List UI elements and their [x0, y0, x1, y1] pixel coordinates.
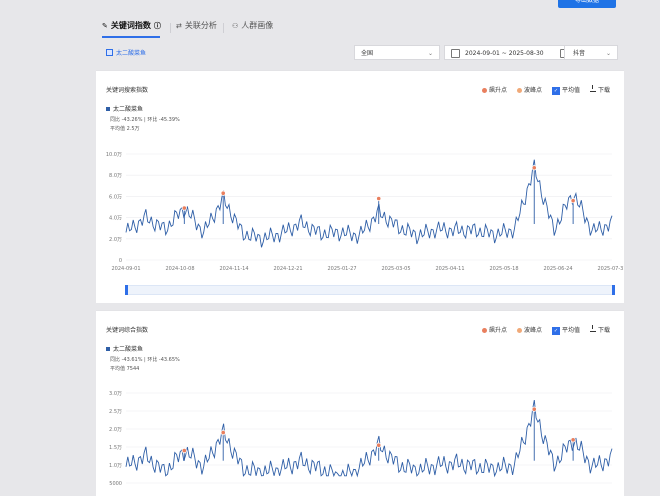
- x-tick-label: 2024-09-01: [111, 266, 140, 272]
- y-tick-label: 10.0万: [106, 152, 122, 158]
- x-tick-label: 2025-06-24: [543, 266, 572, 272]
- y-tick-label: 6.0万: [109, 194, 122, 200]
- x-tick-label: 2025-03-05: [381, 266, 410, 272]
- tab-bar: ✎ 关键词指数 ⓘ ⇄ 关联分析 ⚇ 人群画像: [96, 16, 626, 40]
- x-tick-label: 2025-07-31: [597, 266, 624, 272]
- series-line: [125, 400, 613, 478]
- chip-marker-icon: [106, 49, 113, 56]
- y-tick-label: 2.0万: [109, 237, 122, 243]
- x-tick-label: 2024-11-14: [219, 266, 248, 272]
- slider-handle-left[interactable]: [125, 285, 128, 295]
- tab-active-underline: [102, 36, 160, 38]
- tab-label: 人群画像: [241, 21, 274, 30]
- chart-range-slider[interactable]: [125, 285, 615, 295]
- tab-divider: [170, 23, 171, 33]
- region-select[interactable]: 全国 ⌄: [354, 45, 440, 60]
- peak-marker: [181, 448, 187, 454]
- x-tick-label: 2025-05-18: [489, 266, 518, 272]
- x-tick-label: 2024-10-08: [165, 266, 194, 272]
- y-tick-label: 0: [119, 258, 122, 264]
- search-index-chart: 10.0万 8.0万 6.0万 4.0万 2.0万 0 2024-09-01 2024-10-…: [106, 152, 624, 272]
- x-tick-label: 2024-12-21: [273, 266, 302, 272]
- chip-label: 太二酸菜鱼: [116, 50, 147, 57]
- peak-marker: [531, 165, 537, 171]
- platform-value: 抖音: [573, 50, 586, 57]
- help-icon: ⓘ: [153, 21, 161, 30]
- search-index-panel: 关键词搜索指数 飙升点 波峰点 ✓ 平均值 下载 太二酸菜鱼 同比 -43.26%…: [96, 70, 624, 303]
- tab-label: 关联分析: [184, 21, 217, 30]
- peak-marker: [220, 430, 226, 436]
- y-tick-label: 5000: [109, 481, 122, 487]
- date-range-picker[interactable]: 2024-09-01 ~ 2025-08-30: [444, 45, 576, 60]
- date-range-value: 2024-09-01 ~ 2025-08-30: [465, 50, 544, 57]
- region-value: 全国: [361, 50, 374, 57]
- keyword-chip[interactable]: 太二酸菜鱼: [106, 48, 146, 57]
- tab-keyword-index[interactable]: ✎ 关键词指数 ⓘ: [102, 20, 161, 31]
- clock-icon: [451, 49, 460, 58]
- peak-marker: [376, 442, 382, 448]
- peak-marker: [570, 437, 576, 443]
- x-tick-label: 2025-01-27: [327, 266, 356, 272]
- page-root: 导出数据 ✎ 关键词指数 ⓘ ⇄ 关联分析 ⚇ 人群画像 太二酸菜鱼 全国 ⌄ …: [96, 0, 626, 496]
- composite-index-panel: 关键词综合指数 飙升点 波峰点 ✓ 平均值 下载 太二酸菜鱼 同比 -43.61%…: [96, 310, 624, 496]
- compare-icon: ⇄: [176, 21, 182, 30]
- x-tick-label: 2025-04-11: [435, 266, 464, 272]
- tab-related-analysis[interactable]: ⇄ 关联分析: [176, 20, 217, 31]
- y-tick-label: 1.5万: [109, 445, 122, 451]
- y-tick-label: 3.0万: [109, 391, 122, 397]
- peak-marker: [570, 198, 576, 204]
- y-tick-label: 4.0万: [109, 216, 122, 222]
- peak-marker: [181, 205, 187, 211]
- series-line: [125, 159, 613, 248]
- slider-handle-right[interactable]: [612, 285, 615, 295]
- tab-label: 关键词指数: [110, 21, 151, 30]
- y-tick-label: 1.0万: [109, 463, 122, 469]
- people-icon: ⚇: [232, 21, 239, 30]
- chevron-down-icon: ⌄: [427, 50, 433, 57]
- tab-audience-profile[interactable]: ⚇ 人群画像: [232, 20, 273, 31]
- peak-marker: [376, 195, 382, 202]
- y-tick-label: 2.0万: [109, 427, 122, 433]
- peak-marker: [220, 190, 226, 196]
- y-tick-label: 2.5万: [109, 409, 122, 415]
- y-tick-label: 8.0万: [109, 173, 122, 179]
- edit-icon: ✎: [102, 21, 108, 30]
- platform-select[interactable]: 抖音 ⌄: [564, 45, 618, 60]
- chevron-down-icon: ⌄: [605, 50, 611, 57]
- composite-index-chart: 3.0万 2.5万 2.0万 1.5万 1.0万 5000: [109, 391, 613, 487]
- tab-divider: [223, 23, 224, 33]
- export-button[interactable]: 导出数据: [558, 0, 616, 8]
- peak-marker: [531, 406, 537, 412]
